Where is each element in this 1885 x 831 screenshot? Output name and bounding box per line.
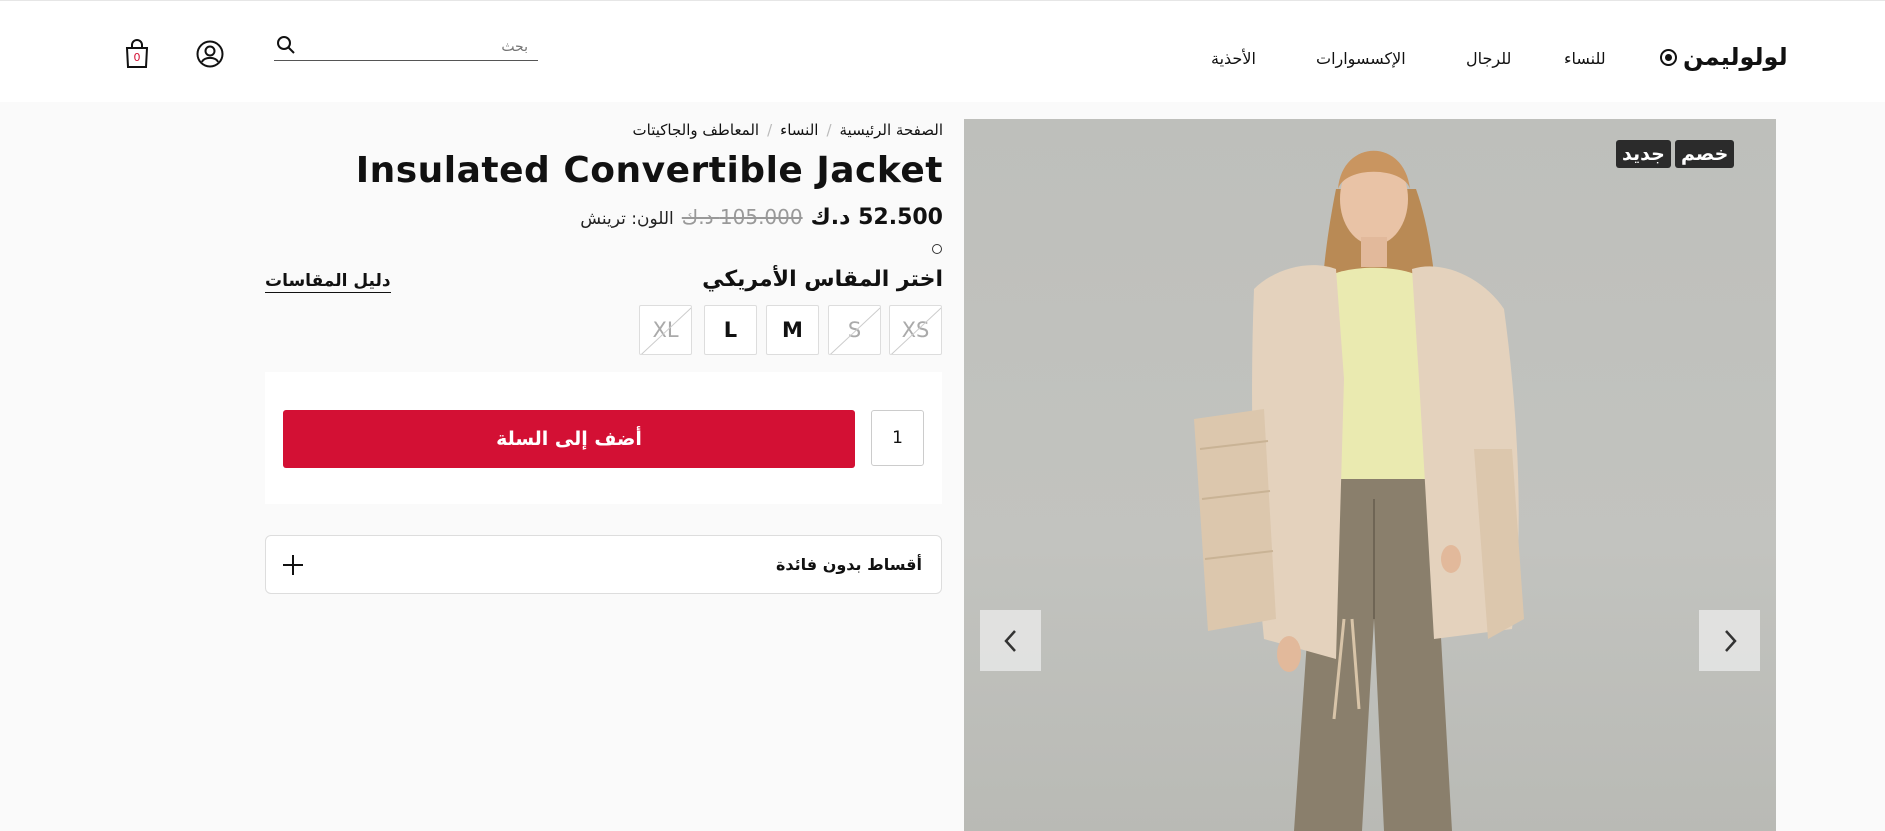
lululemon-logo-icon xyxy=(1660,48,1677,66)
nav-women[interactable]: للنساء xyxy=(1564,49,1606,68)
search-icon[interactable] xyxy=(276,35,296,55)
installments-accordion[interactable]: أقساط بدون فائدة xyxy=(265,535,942,594)
site-header: لولوليمن للنساء للرجال الإكسسوارات الأحذ… xyxy=(0,0,1885,102)
logo-text: لولوليمن xyxy=(1683,43,1788,71)
cart-count: 0 xyxy=(133,51,141,64)
brand-logo[interactable]: لولوليمن xyxy=(1660,43,1788,71)
product-photo xyxy=(1194,150,1524,831)
chevron-right-icon xyxy=(1724,629,1737,652)
color-swatch-trench[interactable] xyxy=(932,244,942,254)
search-bar xyxy=(274,31,538,61)
plus-icon[interactable] xyxy=(282,554,304,576)
installments-label: أقساط بدون فائدة xyxy=(775,555,922,574)
color-label: اللون: ترينش xyxy=(580,209,674,229)
add-to-cart-panel: أضف إلى السلة 1 xyxy=(265,372,942,504)
sale-price: 52.500 د.ك xyxy=(810,205,943,230)
gallery-next-button[interactable] xyxy=(1699,610,1760,671)
size-s-button[interactable]: S xyxy=(828,305,881,355)
price-row: 52.500 د.ك 105.000 د.ك اللون: ترينش xyxy=(580,205,943,230)
add-to-cart-button[interactable]: أضف إلى السلة xyxy=(283,410,855,468)
size-xl-button[interactable]: XL xyxy=(639,305,692,355)
quantity-field[interactable]: 1 xyxy=(871,410,924,466)
breadcrumb: الصفحة الرئيسية / النساء / المعاطف والجا… xyxy=(633,121,943,139)
size-guide-link[interactable]: دليل المقاسات xyxy=(265,271,391,293)
size-m-button[interactable]: M xyxy=(766,305,819,355)
cart-button[interactable]: 0 xyxy=(123,38,151,70)
nav-men[interactable]: للرجال xyxy=(1466,49,1511,68)
size-l-button[interactable]: L xyxy=(704,305,757,355)
product-title: Insulated Convertible Jacket xyxy=(355,150,943,191)
chevron-left-icon xyxy=(1003,629,1016,652)
original-price: 105.000 د.ك xyxy=(681,205,803,229)
breadcrumb-coats-jackets[interactable]: المعاطف والجاكيتات xyxy=(633,121,760,139)
nav-accessories[interactable]: الإكسسوارات xyxy=(1316,49,1406,68)
gallery-prev-button[interactable] xyxy=(980,610,1041,671)
breadcrumb-women[interactable]: النساء xyxy=(780,121,818,139)
breadcrumb-home[interactable]: الصفحة الرئيسية xyxy=(840,121,944,139)
nav-shoes[interactable]: الأحذية xyxy=(1211,49,1256,68)
search-input[interactable] xyxy=(328,39,528,55)
product-image-gallery: جديد خصم xyxy=(964,119,1776,831)
breadcrumb-separator: / xyxy=(767,121,773,139)
size-heading: اختر المقاس الأمريكي xyxy=(702,267,943,292)
badge-new: جديد xyxy=(1616,140,1671,168)
breadcrumb-separator: / xyxy=(826,121,832,139)
size-xs-button[interactable]: XS xyxy=(889,305,942,355)
badge-sale: خصم xyxy=(1675,140,1735,168)
account-icon[interactable] xyxy=(196,40,224,68)
